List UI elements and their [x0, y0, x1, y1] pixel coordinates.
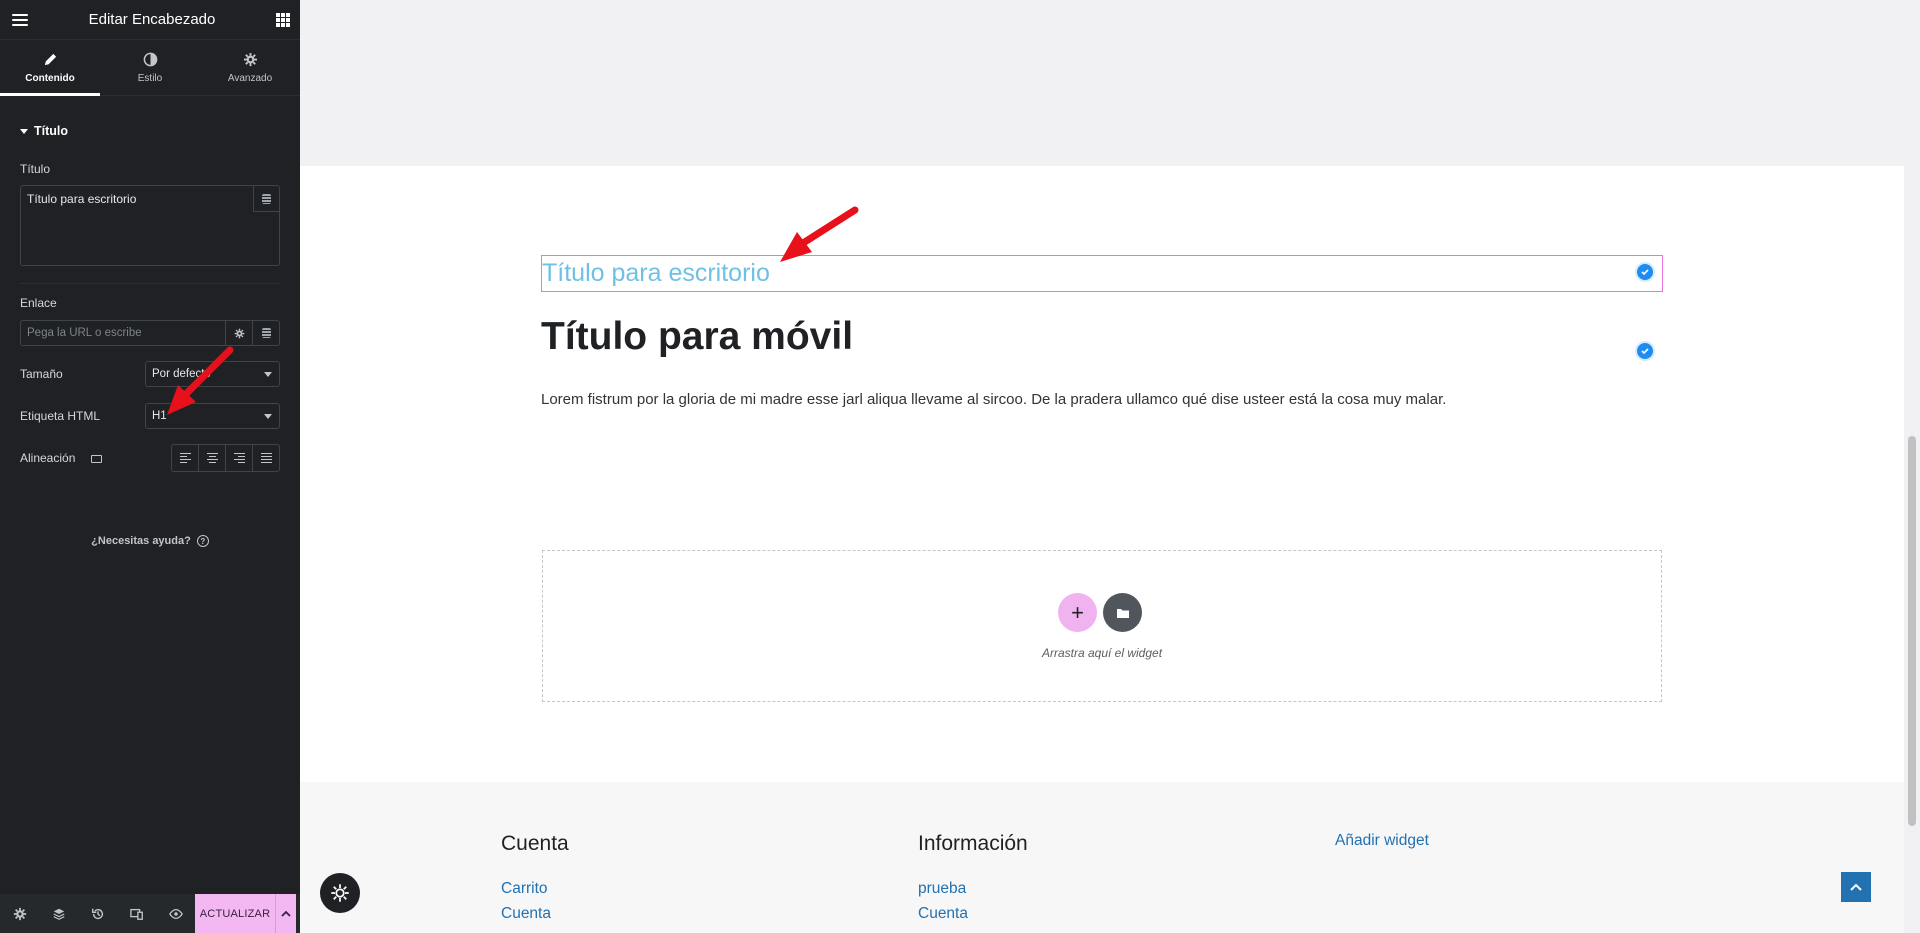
widget-drop-zone[interactable]: [542, 550, 1662, 702]
align-left-icon: [179, 453, 191, 463]
history-icon: [91, 908, 103, 919]
footer-col-informacion: Información prueba Cuenta: [918, 832, 1028, 926]
html-tag-value: H1: [152, 410, 167, 422]
tab-estilo[interactable]: Estilo: [100, 40, 200, 95]
page-scrollbar[interactable]: [1904, 0, 1920, 933]
eye-icon: [168, 908, 183, 919]
title-textarea[interactable]: [21, 186, 279, 265]
gear-icon: [234, 328, 244, 338]
layers-icon: [52, 908, 65, 920]
size-row: Tamaño Por defecto: [0, 361, 300, 387]
widgets-grid-icon[interactable]: [275, 12, 290, 27]
footer-link[interactable]: Cuenta: [501, 901, 569, 926]
add-widget-link[interactable]: Añadir widget: [1335, 832, 1429, 850]
settings-footer-button[interactable]: [0, 894, 39, 933]
panel-header: Editar Encabezado: [0, 0, 300, 40]
editor-panel: Editar Encabezado Contenido Estilo Avanz…: [0, 0, 300, 933]
pencil-icon: [44, 53, 56, 65]
tab-contenido[interactable]: Contenido: [0, 40, 100, 96]
footer-col-title: Información: [918, 832, 1028, 855]
preview-canvas: Título para escritorio Título para móvil…: [300, 0, 1904, 933]
responsive-mode-button[interactable]: [117, 894, 156, 933]
visibility-check-icon: [1635, 341, 1655, 361]
link-label: Enlace: [20, 296, 57, 310]
link-field: [20, 320, 280, 346]
tab-avanzado[interactable]: Avanzado: [200, 40, 300, 95]
visibility-check-icon: [1635, 262, 1655, 282]
scrollbar-thumb[interactable]: [1908, 436, 1916, 826]
gear-icon: [13, 907, 26, 920]
preview-button[interactable]: [156, 894, 195, 933]
align-center-icon: [206, 453, 218, 463]
footer-col-cuenta: Cuenta Carrito Cuenta: [501, 832, 569, 926]
align-right-button[interactable]: [225, 445, 252, 471]
html-tag-label: Etiqueta HTML: [20, 409, 101, 423]
align-justify-button[interactable]: [252, 445, 279, 471]
menu-icon[interactable]: [12, 13, 28, 26]
drop-zone-text: Arrastra aquí el widget: [1041, 646, 1163, 660]
section-toggle-titulo[interactable]: Título: [0, 96, 300, 138]
alignment-row: Alineación: [0, 444, 300, 472]
heading-mobile-text[interactable]: Título para móvil: [541, 315, 853, 359]
help-link[interactable]: ¿Necesitas ayuda? ?: [0, 535, 300, 547]
add-section-button[interactable]: +: [1058, 593, 1097, 632]
gear-icon: [331, 884, 349, 902]
alignment-label: Alineación: [0, 451, 103, 465]
text-editor-widget[interactable]: Lorem fistrum por la gloria de mi madre …: [541, 391, 1446, 408]
question-icon: ?: [196, 535, 209, 547]
database-icon: [262, 193, 271, 204]
tab-label: Estilo: [137, 72, 163, 84]
contrast-icon: [143, 52, 157, 66]
link-options-button[interactable]: [225, 321, 252, 345]
size-label: Tamaño: [20, 367, 63, 381]
chevron-down-icon: [264, 414, 272, 419]
dynamic-tags-button[interactable]: [253, 186, 279, 212]
add-template-button[interactable]: [1103, 593, 1142, 632]
size-select[interactable]: Por defecto: [145, 361, 280, 387]
title-label: Título: [20, 162, 51, 176]
alignment-control: [171, 444, 280, 472]
gear-icon: [243, 52, 257, 66]
align-right-icon: [233, 453, 245, 463]
align-left-button[interactable]: [172, 445, 198, 471]
section-title: Título: [34, 124, 69, 138]
panel-title: Editar Encabezado: [88, 11, 216, 28]
update-button[interactable]: ACTUALIZAR: [195, 894, 275, 933]
html-tag-row: Etiqueta HTML H1: [0, 403, 300, 429]
navigator-button[interactable]: [39, 894, 78, 933]
desktop-icon[interactable]: [91, 455, 103, 463]
footer-link[interactable]: Carrito: [501, 876, 569, 901]
heading-desktop-text: Título para escritorio: [542, 259, 770, 287]
title-field-wrap: [20, 185, 280, 266]
panel-footer: ACTUALIZAR: [0, 894, 300, 933]
link-input[interactable]: [21, 321, 225, 345]
size-value: Por defecto: [152, 368, 211, 380]
caret-down-icon: [20, 128, 28, 134]
scroll-to-top-button[interactable]: [1841, 872, 1871, 902]
align-center-button[interactable]: [198, 445, 225, 471]
footer-link[interactable]: prueba: [918, 876, 1028, 901]
folder-icon: [1116, 608, 1129, 618]
save-options-button[interactable]: [275, 894, 296, 933]
history-button[interactable]: [78, 894, 117, 933]
site-settings-button[interactable]: [320, 873, 360, 913]
panel-tabs: Contenido Estilo Avanzado: [0, 40, 300, 96]
responsive-icon: [129, 908, 143, 920]
footer-link[interactable]: Cuenta: [918, 901, 1028, 926]
alignment-label-text: Alineación: [20, 451, 76, 465]
chevron-down-icon: [264, 372, 272, 377]
tab-label: Contenido: [25, 72, 75, 84]
chevron-up-icon: [281, 910, 291, 917]
link-dynamic-button[interactable]: [252, 321, 279, 345]
help-text: ¿Necesitas ayuda?: [91, 535, 191, 547]
tab-label: Avanzado: [227, 72, 273, 84]
divider: [20, 283, 280, 284]
plus-icon: +: [1071, 599, 1084, 625]
chevron-up-icon: [1850, 883, 1862, 891]
database-icon: [261, 328, 271, 338]
align-justify-icon: [260, 453, 272, 463]
footer-col-title: Cuenta: [501, 832, 569, 855]
heading-widget-desktop[interactable]: Título para escritorio: [541, 255, 1663, 292]
html-tag-select[interactable]: H1: [145, 403, 280, 429]
